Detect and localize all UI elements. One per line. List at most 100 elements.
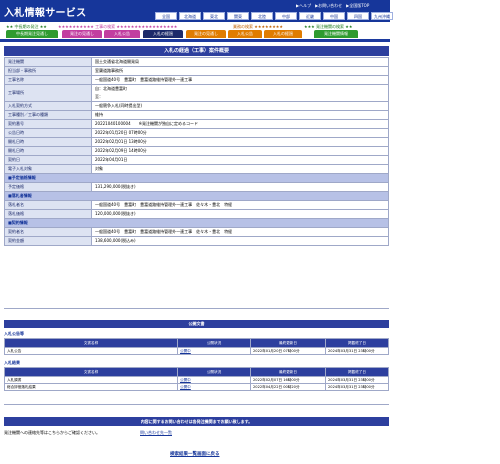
info-value: 2022年01月20日 07時00分 — [91, 128, 389, 138]
region-zenkoku[interactable]: 全国 — [155, 12, 177, 20]
info-row: 工事名称 一般国道40号 豊富町 豊富道路維持管理外一連工事 — [4, 75, 389, 85]
info-value: 138,600,000(税込み) — [91, 236, 389, 246]
col-end: 掲載終了日 — [325, 338, 389, 348]
info-key: 契約者名 — [4, 227, 92, 237]
info-row: 契約金額 138,600,000(税込み) — [4, 236, 389, 246]
doc-status-link[interactable]: 公開中 — [177, 376, 251, 384]
page: 入札情報サービス ▶ヘルプ ▶お問い合わせ ▶全国版TOP 全国 北海道 東北 … — [0, 0, 500, 464]
region-tohoku[interactable]: 東北 — [203, 12, 225, 20]
info-key: 落札価格 — [4, 209, 92, 219]
tab-construction-progress[interactable]: 入札の経過 — [143, 30, 183, 38]
info-row: 落札者名 一般国道40号 豊富町 豊富道路維持管理外一連工事 佐々木・豊北 特経 — [4, 200, 389, 210]
region-hokkaido[interactable]: 北海道 — [179, 12, 201, 20]
notice-docs-table: 文書名称 公開状況 最終更新日 掲載終了日 入札公告 公開中 2022年01月20日… — [4, 338, 389, 355]
info-key: 電子入札対象 — [4, 164, 92, 174]
info-key: 予定価格 — [4, 182, 92, 192]
tab-service-progress[interactable]: 入札の経過 — [264, 30, 302, 38]
case-summary-table: 発注機関 国土交通省北海道開発局 担当部・事務所 室蘭道路事務所 工事名称 一般国道40号… — [4, 57, 389, 246]
info-value: 一般国道40号 豊富町 豊富道路維持管理外一連工事 佐々木・豊北 特経 — [91, 227, 389, 237]
info-row: 工事場所 自：北海道豊富町 至： — [4, 84, 389, 102]
result-group-title: 入札結果 — [4, 360, 20, 365]
info-section-title: ■落札者情報 — [4, 191, 389, 201]
info-value: 20221040100004 ※発注機関が独自に定めるコード — [91, 119, 389, 129]
info-key: 落札者名 — [4, 200, 92, 210]
doc-end: 2024年03月31日 23時00分 — [325, 347, 389, 355]
result-docs-table: 文書名称 公開状況 最終更新日 掲載終了日 入札調書 公開中 2022年02月07日… — [4, 367, 389, 391]
info-row: 開札日時 2022年02月09日 14時00分 — [4, 146, 389, 156]
doc-updated: 2022年04月22日 00時20分 — [250, 383, 326, 391]
info-section-title: ■予定価格情報 — [4, 173, 389, 183]
region-shikoku[interactable]: 四国 — [347, 12, 369, 20]
doc-end: 2024年03月31日 23時00分 — [325, 383, 389, 391]
doc-name: 入札調書 — [4, 376, 178, 384]
info-section-row: ■落札者情報 — [4, 191, 389, 201]
help-link[interactable]: ▶ヘルプ — [296, 3, 311, 9]
info-key: 工事場所 — [4, 84, 92, 102]
info-value: 一般国道40号 豊富町 豊富道路維持管理外一連工事 佐々木・豊北 特経 — [91, 200, 389, 210]
doc-status-link[interactable]: 公開中 — [177, 347, 251, 355]
info-row: 担当部・事務所 室蘭道路事務所 — [4, 66, 389, 76]
info-row: 開札日時 2022年02月01日 13時00分 — [4, 137, 389, 147]
doc-header-row: 文書名称 公開状況 最終更新日 掲載終了日 — [4, 338, 389, 348]
region-chubu[interactable]: 中部 — [275, 12, 297, 20]
info-value: 対象 — [91, 164, 389, 174]
contact-link[interactable]: ▶お問い合わせ — [315, 3, 342, 9]
tab-construction-notice[interactable]: 入札公告 — [104, 30, 140, 38]
col-updated: 最終更新日 — [250, 367, 326, 377]
region-kyushu[interactable]: 九州沖縄 — [371, 12, 393, 20]
divider — [4, 404, 389, 405]
public-docs-title: 公開文書 — [4, 320, 389, 328]
info-row: 契約者名 一般国道40号 豊富町 豊富道路維持管理外一連工事 佐々木・豊北 特経 — [4, 227, 389, 237]
back-to-results-link[interactable]: 検索結果一覧画面に戻る — [170, 451, 220, 457]
info-row: 公告日時 2022年01月20日 07時00分 — [4, 128, 389, 138]
notice-group-title: 入札公告等 — [4, 331, 24, 336]
tab-agency-info[interactable]: 発注機関情報 — [314, 30, 358, 38]
info-section-row: ■予定価格情報 — [4, 173, 389, 183]
info-section-title: ■契約情報 — [4, 218, 389, 228]
info-key: 開札日時 — [4, 146, 92, 156]
header-bar: 入札情報サービス ▶ヘルプ ▶お問い合わせ ▶全国版TOP 全国 北海道 東北 … — [0, 0, 393, 22]
contact-notice-bar: 内容に関するお問い合わせは各発注機関までお願い致します。 — [4, 417, 389, 426]
col-status: 公開状況 — [177, 367, 251, 377]
site-logo[interactable]: 入札情報サービス — [4, 4, 86, 19]
doc-row: 入札調書 公開中 2022年02月07日 16時00分 2024年03月31日 23時… — [4, 376, 389, 384]
info-row: 入札契約方式 一般競争入札(同時提出型) — [4, 101, 389, 111]
doc-name: 入札公告 — [4, 347, 178, 355]
tab-underline — [0, 39, 390, 42]
top-links: ▶ヘルプ ▶お問い合わせ ▶全国版TOP — [296, 3, 369, 9]
info-value: 国土交通省北海道開発局 — [91, 57, 389, 67]
info-key: 公告日時 — [4, 128, 92, 138]
info-key: 工事名称 — [4, 75, 92, 85]
doc-name: 総合評価落札結果 — [4, 383, 178, 391]
doc-updated: 2022年02月07日 16時00分 — [250, 376, 326, 384]
region-kanto[interactable]: 関東 — [227, 12, 249, 20]
info-value: 2022年02月09日 14時00分 — [91, 146, 389, 156]
doc-header-row: 文書名称 公開状況 最終更新日 掲載終了日 — [4, 367, 389, 377]
contact-list-link[interactable]: 問い合わせ先一覧 — [140, 430, 172, 436]
doc-status-link[interactable]: 公開中 — [177, 383, 251, 391]
tab-service-notice[interactable]: 入札公告 — [228, 30, 262, 38]
national-top-link[interactable]: ▶全国版TOP — [346, 3, 369, 9]
info-key: 発注機関 — [4, 57, 92, 67]
info-value: 2022年02月01日 13時00分 — [91, 137, 389, 147]
info-row: 契約番号 20221040100004 ※発注機関が独自に定めるコード — [4, 119, 389, 129]
info-key: 担当部・事務所 — [4, 66, 92, 76]
tab-longterm-outlook[interactable]: 中長期発注見通し — [6, 30, 58, 38]
info-key: 契約番号 — [4, 119, 92, 129]
col-updated: 最終更新日 — [250, 338, 326, 348]
nav-tabs: 中長期発注見通し 発注の見通し 入札公告 入札の経過 発注の見通し 入札公告 入… — [0, 30, 390, 39]
tab-construction-outlook[interactable]: 発注の見通し — [62, 30, 102, 38]
info-value: 120,000,000(税抜き) — [91, 209, 389, 219]
tab-service-outlook[interactable]: 発注の見通し — [186, 30, 226, 38]
region-chugoku[interactable]: 中国 — [323, 12, 345, 20]
info-value: 室蘭道路事務所 — [91, 66, 389, 76]
info-value: 一般競争入札(同時提出型) — [91, 101, 389, 111]
contact-note: 発注機関への連絡先等はこちらからご確認ください。 — [4, 430, 100, 435]
info-value: 2022年04月01日 — [91, 155, 389, 165]
region-hokuriku[interactable]: 北陸 — [251, 12, 273, 20]
region-nav: 全国 北海道 東北 関東 北陸 中部 近畿 中国 四国 九州沖縄 — [155, 12, 393, 20]
info-key: 入札契約方式 — [4, 101, 92, 111]
info-key: 開札日時 — [4, 137, 92, 147]
section-labels: ★★ 中長期の発注 ★★ ★★★★★★★★★★ 工事の検索 ★★★★★★★★★★… — [0, 23, 390, 30]
region-kinki[interactable]: 近畿 — [299, 12, 321, 20]
